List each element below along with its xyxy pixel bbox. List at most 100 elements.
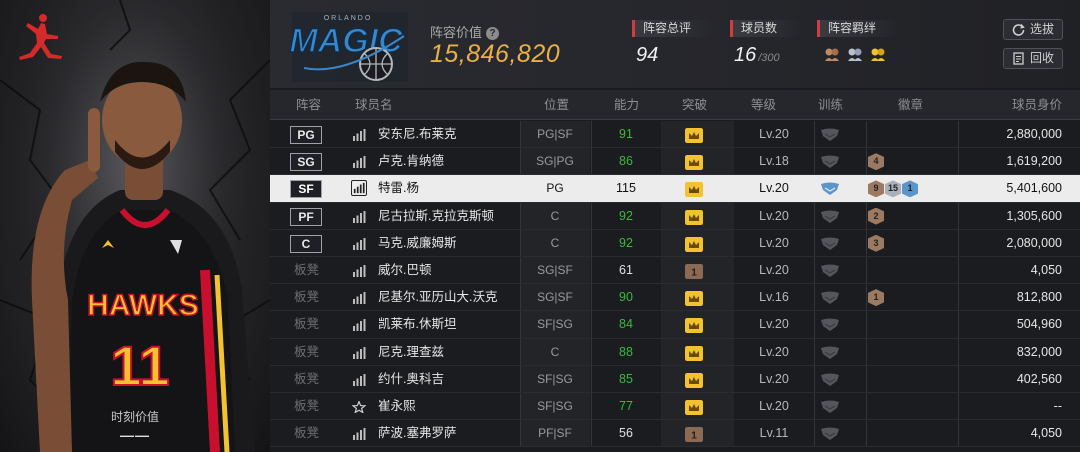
training-icon[interactable] (820, 427, 840, 441)
badge-list: 1 (868, 289, 884, 307)
breakthrough-level-icon[interactable]: 1 (685, 263, 703, 279)
breakthrough-crown-icon[interactable] (685, 399, 703, 415)
player-name[interactable]: 特雷.杨 (378, 175, 419, 202)
badge-icon[interactable]: 4 (868, 153, 884, 171)
col-breakthrough[interactable]: 突破 (682, 90, 707, 120)
player-name[interactable]: 尼古拉斯.克拉克斯顿 (378, 203, 494, 230)
column-divider (814, 284, 815, 311)
breakthrough-level-icon[interactable]: 1 (685, 427, 703, 443)
select-button[interactable]: 选拔 (1003, 19, 1063, 40)
training-icon[interactable] (820, 155, 840, 169)
badge-icon[interactable]: 1 (902, 180, 918, 198)
breakthrough-crown-icon[interactable] (685, 182, 703, 198)
table-row[interactable]: 板凳 崔永熙 SF|SG 77 Lv.20 -- (270, 392, 1080, 421)
badge-icon[interactable]: 15 (885, 180, 901, 198)
player-count-value: 16/300 (734, 44, 780, 66)
bench-slot-label[interactable]: 板凳 (294, 420, 319, 447)
column-divider (866, 392, 867, 420)
training-icon[interactable] (820, 128, 840, 142)
player-ability: 90 (619, 290, 633, 305)
table-row[interactable]: 板凳 萨波.塞弗罗萨 PF|SF 56 1 Lv.11 4,050 (270, 420, 1080, 448)
table-row[interactable]: 板凳 尼基尔.亚历山大.沃克 SG|SF 90 Lv.16 1 812,800 (270, 284, 1080, 312)
breakthrough-crown-icon[interactable] (685, 345, 703, 361)
training-icon[interactable] (820, 182, 840, 196)
player-position: SG|SF (537, 290, 573, 305)
col-position[interactable]: 位置 (544, 90, 569, 120)
training-icon[interactable] (820, 373, 840, 387)
bond-silver-icon[interactable] (846, 45, 864, 63)
training-icon[interactable] (820, 210, 840, 224)
training-icon[interactable] (820, 400, 840, 414)
breakthrough-crown-icon[interactable] (685, 291, 703, 307)
recycle-button[interactable]: 回收 (1003, 48, 1063, 69)
training-icon[interactable] (820, 318, 840, 332)
table-row[interactable]: PF 尼古拉斯.克拉克斯顿 C 92 Lv.20 2 1,305,600 (270, 202, 1080, 230)
player-name[interactable]: 安东尼.布莱克 (378, 121, 456, 148)
col-player-value[interactable]: 球员身价 (1012, 90, 1062, 120)
breakthrough-crown-icon[interactable] (685, 128, 703, 143)
overall-rating-value: 94 (636, 44, 659, 66)
bond-bronze-icon[interactable] (823, 45, 841, 63)
player-name[interactable]: 凯莱布.休斯坦 (378, 311, 456, 338)
col-player-name[interactable]: 球员名 (355, 90, 393, 120)
breakthrough-crown-icon[interactable] (685, 318, 703, 334)
col-ability[interactable]: 能力 (614, 90, 639, 120)
help-icon[interactable]: ? (486, 27, 500, 40)
badge-icon[interactable]: 1 (868, 289, 884, 307)
breakthrough-crown-icon[interactable] (685, 209, 703, 225)
lineup-slot-badge[interactable]: C (290, 234, 322, 253)
table-row[interactable]: 板凳 约什.奥科吉 SF|SG 85 Lv.20 402,560 (270, 365, 1080, 393)
player-name[interactable]: 马克.威廉姆斯 (378, 230, 456, 257)
bench-slot-label[interactable]: 板凳 (294, 366, 319, 393)
player-ability: 84 (619, 317, 633, 332)
training-icon[interactable] (820, 237, 840, 251)
breakthrough-crown-icon[interactable] (685, 236, 703, 252)
table-row[interactable]: SF 特雷.杨 PG 115 Lv.20 9 15 1 5,401,600 (270, 175, 1080, 203)
badge-icon[interactable]: 9 (868, 180, 884, 198)
col-level[interactable]: 等级 (751, 90, 776, 120)
table-row[interactable]: 板凳 尼克.理查兹 C 88 Lv.20 832,000 (270, 338, 1080, 366)
table-row[interactable]: 板凳 凯莱布.休斯坦 SF|SG 84 Lv.20 504,960 (270, 311, 1080, 339)
lineup-slot-badge[interactable]: SG (290, 153, 322, 172)
table-row[interactable]: 板凳 威尔.巴顿 SG|SF 61 1 Lv.20 4,050 (270, 256, 1080, 285)
overall-rating-block: 阵容总评 94 (632, 19, 714, 67)
table-row[interactable]: SG 卢克.肯纳德 SG|PG 86 Lv.18 4 1,619,200 (270, 148, 1080, 176)
badge-icon[interactable]: 3 (868, 234, 884, 252)
player-name[interactable]: 萨波.塞弗罗萨 (378, 420, 456, 447)
player-name[interactable]: 尼基尔.亚历山大.沃克 (378, 284, 497, 311)
bench-slot-label[interactable]: 板凳 (294, 311, 319, 338)
bench-slot-label[interactable]: 板凳 (294, 257, 319, 284)
column-divider (866, 148, 867, 175)
bench-slot-label[interactable]: 板凳 (294, 393, 319, 420)
lineup-slot-badge[interactable]: SF (290, 180, 322, 199)
bond-gold-icon[interactable] (869, 45, 887, 63)
bond-icons[interactable] (823, 45, 898, 63)
player-count-label: 球员数 (730, 20, 800, 37)
col-training[interactable]: 训练 (818, 90, 843, 120)
lineup-slot-badge[interactable]: PF (290, 207, 322, 226)
lineup-slot-badge[interactable]: PG (290, 126, 322, 144)
player-name[interactable]: 崔永熙 (378, 393, 416, 420)
training-icon[interactable] (820, 291, 840, 305)
breakthrough-crown-icon[interactable] (685, 372, 703, 388)
player-name[interactable]: 卢克.肯纳德 (378, 148, 444, 175)
player-name[interactable]: 威尔.巴顿 (378, 257, 431, 284)
player-name[interactable]: 约什.奥科吉 (378, 366, 444, 393)
bench-slot-label[interactable]: 板凳 (294, 339, 319, 366)
col-lineup[interactable]: 阵容 (296, 90, 321, 120)
player-position: SF|SG (537, 398, 573, 413)
column-divider (958, 311, 959, 338)
bench-slot-label[interactable]: 板凳 (294, 284, 319, 311)
player-level: Lv.11 (759, 426, 789, 441)
player-position: C (550, 235, 560, 250)
training-icon[interactable] (820, 264, 840, 278)
col-badges[interactable]: 徽章 (898, 90, 923, 120)
badge-list: 9 15 1 (868, 180, 918, 198)
breakthrough-crown-icon[interactable] (685, 155, 703, 171)
jersey-team-text: HAWKS (87, 289, 199, 322)
training-icon[interactable] (820, 346, 840, 360)
table-row[interactable]: C 马克.威廉姆斯 C 92 Lv.20 3 2,080,000 (270, 229, 1080, 257)
table-row[interactable]: PG 安东尼.布莱克 PG|SF 91 Lv.20 2,880,000 (270, 121, 1080, 149)
player-name[interactable]: 尼克.理查兹 (378, 339, 444, 366)
badge-icon[interactable]: 2 (868, 207, 884, 225)
